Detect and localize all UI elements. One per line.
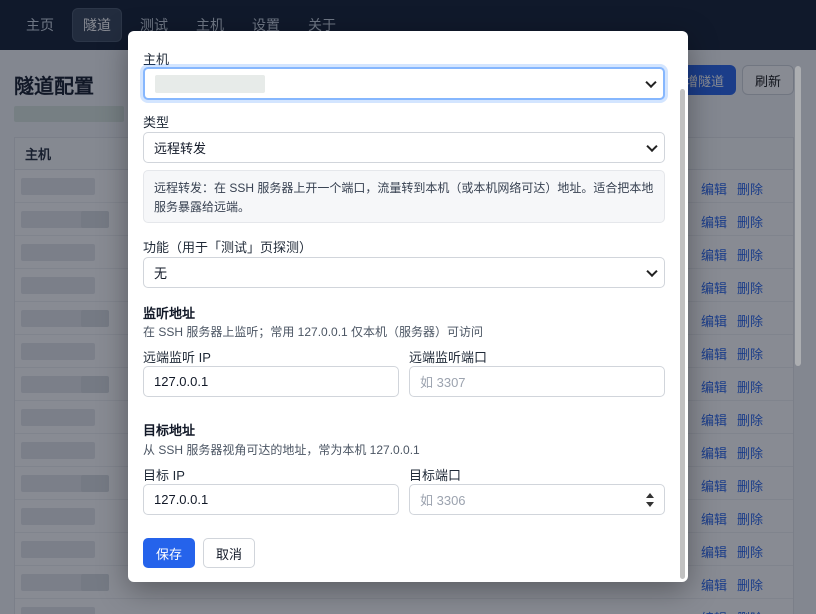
type-select[interactable]: 远程转发 xyxy=(143,132,665,163)
cancel-button[interactable]: 取消 xyxy=(203,538,255,568)
dialog-scrollbar[interactable] xyxy=(680,89,685,579)
type-label: 类型 xyxy=(143,115,170,130)
target-port-input[interactable]: 如 3306 xyxy=(409,484,665,515)
tunnel-edit-dialog: 主机 类型 远程转发 远程转发：在 SSH 服务器上开一个端口，流量转到本机（或… xyxy=(128,31,688,582)
number-stepper-icon[interactable] xyxy=(646,493,654,507)
feature-select[interactable]: 无 xyxy=(143,257,665,288)
type-help-text: 远程转发：在 SSH 服务器上开一个端口，流量转到本机（或本机网络可达）地址。适… xyxy=(143,170,665,223)
target-ip-input[interactable]: 127.0.0.1 xyxy=(143,484,399,515)
type-value: 远程转发 xyxy=(154,141,207,156)
target-ip-label: 目标 IP xyxy=(143,468,185,483)
chevron-down-icon xyxy=(646,265,658,277)
page-scrollbar[interactable] xyxy=(795,66,801,366)
remote-ip-label: 远端监听 IP xyxy=(143,350,211,365)
feature-label: 功能（用于「测试」页探测） xyxy=(143,240,313,255)
target-port-label: 目标端口 xyxy=(409,468,462,483)
remote-port-placeholder: 如 3307 xyxy=(420,375,466,390)
remote-port-input[interactable]: 如 3307 xyxy=(409,366,665,397)
target-port-placeholder: 如 3306 xyxy=(420,493,466,508)
remote-ip-input[interactable]: 127.0.0.1 xyxy=(143,366,399,397)
chevron-down-icon xyxy=(645,76,657,88)
host-value-redacted xyxy=(155,74,265,93)
remote-port-label: 远端监听端口 xyxy=(409,350,488,365)
listen-section-title: 监听地址 xyxy=(143,306,196,321)
target-ip-value: 127.0.0.1 xyxy=(154,492,209,507)
save-button[interactable]: 保存 xyxy=(143,538,195,568)
listen-section-desc: 在 SSH 服务器上监听；常用 127.0.0.1 仅本机（服务器）可访问 xyxy=(143,325,484,339)
remote-ip-value: 127.0.0.1 xyxy=(154,374,209,389)
host-select[interactable] xyxy=(143,67,665,100)
target-section-desc: 从 SSH 服务器视角可达的地址，常为本机 127.0.0.1 xyxy=(143,443,420,457)
host-label: 主机 xyxy=(143,52,170,67)
chevron-down-icon xyxy=(646,140,658,152)
feature-value: 无 xyxy=(154,266,168,281)
target-section-title: 目标地址 xyxy=(143,423,196,438)
